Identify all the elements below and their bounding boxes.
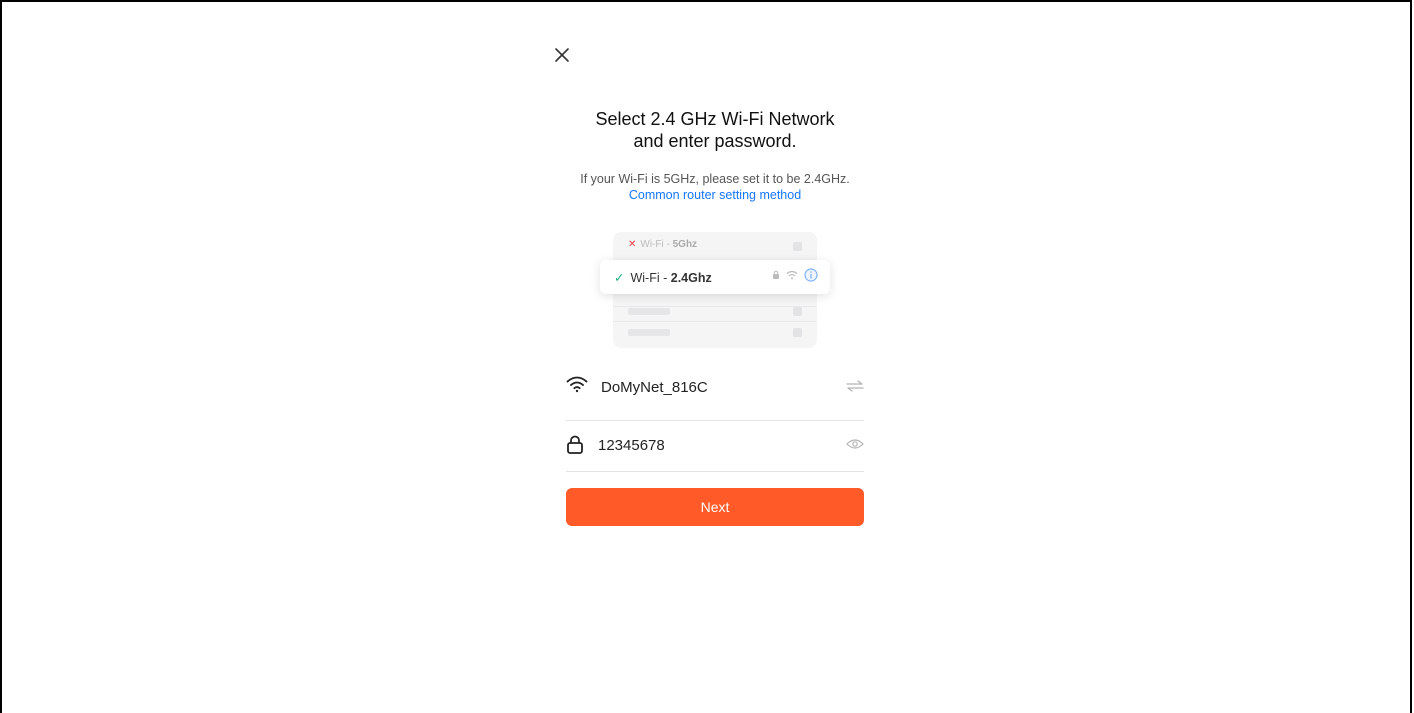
next-button[interactable]: Next [566, 488, 864, 526]
divider [613, 321, 817, 322]
router-setting-link[interactable]: Common router setting method [520, 187, 910, 203]
cross-icon: ✕ [628, 239, 637, 250]
password-field[interactable]: 12345678 [566, 421, 864, 472]
network-row-2-4ghz-text: ✓ Wi-Fi - 2.4Ghz [614, 270, 712, 285]
placeholder-bar [628, 308, 670, 315]
wifi-icon [566, 376, 588, 393]
lock-small-icon [773, 270, 779, 279]
page-title-line2: and enter password. [633, 131, 797, 151]
window-frame [0, 0, 1412, 713]
placeholder-bar [628, 329, 670, 336]
network-row-2-4ghz-band: 2.4Ghz [670, 271, 712, 285]
check-icon: ✓ [614, 271, 625, 285]
divider [613, 306, 817, 307]
network-row-2-4ghz-prefix: Wi-Fi - [630, 271, 671, 285]
network-row-icons [772, 268, 818, 282]
page-title-line1: Select 2.4 GHz Wi-Fi Network [595, 109, 835, 129]
eye-icon[interactable] [846, 438, 864, 450]
switch-network-icon[interactable] [846, 380, 864, 392]
info-icon [804, 268, 818, 282]
lock-icon [567, 435, 583, 454]
network-row-5ghz-band: 5Ghz [672, 239, 698, 250]
network-row-5ghz-prefix: Wi-Fi - [640, 239, 673, 250]
network-row-2-4ghz: ✓ Wi-Fi - 2.4Ghz [600, 260, 830, 294]
page-title: Select 2.4 GHz Wi-Fi Network and enter p… [520, 108, 910, 152]
placeholder-square [793, 307, 802, 316]
wifi-name-value: DoMyNet_816C [601, 379, 708, 396]
placeholder-square [793, 328, 802, 337]
wifi-name-field[interactable]: DoMyNet_816C [566, 364, 864, 421]
subtitle: If your Wi-Fi is 5GHz, please set it to … [580, 172, 850, 186]
close-icon[interactable] [552, 45, 572, 65]
placeholder-square [793, 242, 802, 251]
wifi-band-illustration: ✕ Wi-Fi - 5Ghz ✓ Wi-Fi - 2.4Ghz [590, 230, 840, 352]
network-row-5ghz: ✕ Wi-Fi - 5Ghz [628, 239, 697, 250]
password-value: 12345678 [598, 437, 665, 454]
wifi-small-icon [786, 270, 798, 280]
